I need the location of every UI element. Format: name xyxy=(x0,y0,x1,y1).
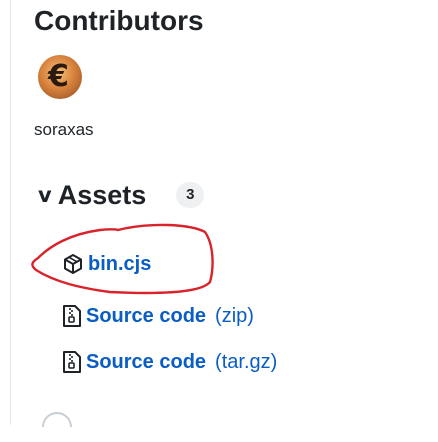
sidebar-divider xyxy=(10,0,11,425)
asset-format[interactable]: (zip) xyxy=(215,302,254,330)
next-section-icon xyxy=(42,412,72,427)
file-zip-icon xyxy=(62,350,82,374)
asset-format[interactable]: (tar.gz) xyxy=(215,348,277,376)
assets-count-badge: 3 xyxy=(176,182,205,208)
asset-item-source-zip[interactable]: Source code (zip) xyxy=(62,302,254,330)
asset-item-source-targz[interactable]: Source code (tar.gz) xyxy=(62,348,277,376)
asset-link[interactable]: Source code xyxy=(86,348,206,376)
file-zip-icon xyxy=(62,304,82,328)
assets-caret-icon: v xyxy=(38,183,52,207)
asset-item-bin-cjs[interactable]: bin.cjs xyxy=(62,250,151,278)
package-icon xyxy=(62,253,84,275)
assets-toggle[interactable]: v Assets 3 xyxy=(38,177,205,213)
asset-link[interactable]: bin.cjs xyxy=(88,250,151,278)
asset-link[interactable]: Source code xyxy=(86,302,206,330)
contributor-avatar[interactable]: € xyxy=(38,55,82,99)
avatar-glyph: € xyxy=(48,59,69,94)
contributor-name[interactable]: soraxas xyxy=(34,118,94,142)
assets-heading: Assets xyxy=(57,180,147,210)
contributors-heading: Contributors xyxy=(34,5,204,36)
